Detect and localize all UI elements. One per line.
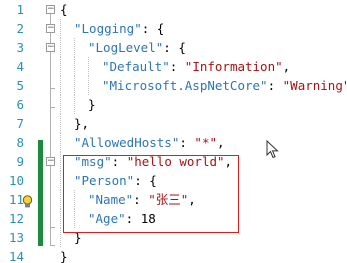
code-text: { (60, 0, 68, 19)
json-string-value: "*" (194, 135, 217, 150)
json-key: "LogLevel" (88, 40, 164, 55)
punctuation: : (179, 135, 195, 150)
line-number: 1 (16, 2, 24, 17)
highlight-box (63, 155, 239, 233)
brace: }, (74, 116, 90, 131)
json-key: "Microsoft.AspNetCore" (102, 78, 268, 93)
code-line[interactable]: 14 } (0, 247, 347, 263)
json-string-value: "Information" (184, 59, 283, 74)
code-text: "Default": "Information", (60, 57, 290, 76)
code-text: "Microsoft.AspNetCore": "Warning" (60, 76, 347, 95)
line-number: 9 (16, 154, 24, 169)
code-line[interactable]: 4 "Default": "Information", (0, 57, 347, 76)
json-key: "Logging" (74, 21, 142, 36)
line-number: 13 (8, 230, 24, 245)
json-key: "Default" (102, 59, 170, 74)
line-number: 12 (8, 211, 24, 226)
code-line[interactable]: 3 "LogLevel": { (0, 38, 347, 57)
mouse-pointer-icon (266, 139, 280, 160)
code-line[interactable]: 5 "Microsoft.AspNetCore": "Warning" (0, 76, 347, 95)
line-number: 3 (16, 40, 24, 55)
punctuation: , (282, 59, 291, 74)
line-number: 6 (16, 97, 24, 112)
code-line[interactable]: 2 "Logging": { (0, 19, 347, 38)
lightbulb-icon[interactable] (22, 195, 33, 208)
punctuation: : (169, 59, 185, 74)
code-line[interactable]: 8 "AllowedHosts": "*", (0, 133, 347, 152)
punctuation: : { (141, 21, 165, 36)
code-editor[interactable]: − − − − 1 { 2 "Logging": { 3 "LogLevel":… (0, 0, 347, 263)
line-number: 10 (8, 173, 24, 188)
json-string-value: "Warning" (282, 78, 347, 93)
code-text: "Logging": { (60, 19, 164, 38)
line-number: 2 (16, 21, 24, 36)
line-number: 4 (16, 59, 24, 74)
code-text: }, (60, 114, 89, 133)
line-number: 8 (16, 135, 24, 150)
code-text: } (60, 95, 96, 114)
line-number: 5 (16, 78, 24, 93)
brace: { (60, 2, 68, 17)
punctuation: : (267, 78, 283, 93)
brace: } (60, 249, 68, 263)
punctuation: : { (163, 40, 186, 55)
code-line[interactable]: 7 }, (0, 114, 347, 133)
code-line[interactable]: 1 { (0, 0, 347, 19)
json-key: "AllowedHosts" (74, 135, 180, 150)
line-number: 14 (8, 249, 24, 263)
code-text: } (60, 247, 68, 263)
code-line[interactable]: 6 } (0, 95, 347, 114)
brace: } (88, 97, 96, 112)
line-number: 7 (16, 116, 24, 131)
line-number: 11 (8, 192, 24, 207)
punctuation: , (217, 135, 225, 150)
code-text: "AllowedHosts": "*", (60, 133, 225, 152)
code-text: "LogLevel": { (60, 38, 186, 57)
